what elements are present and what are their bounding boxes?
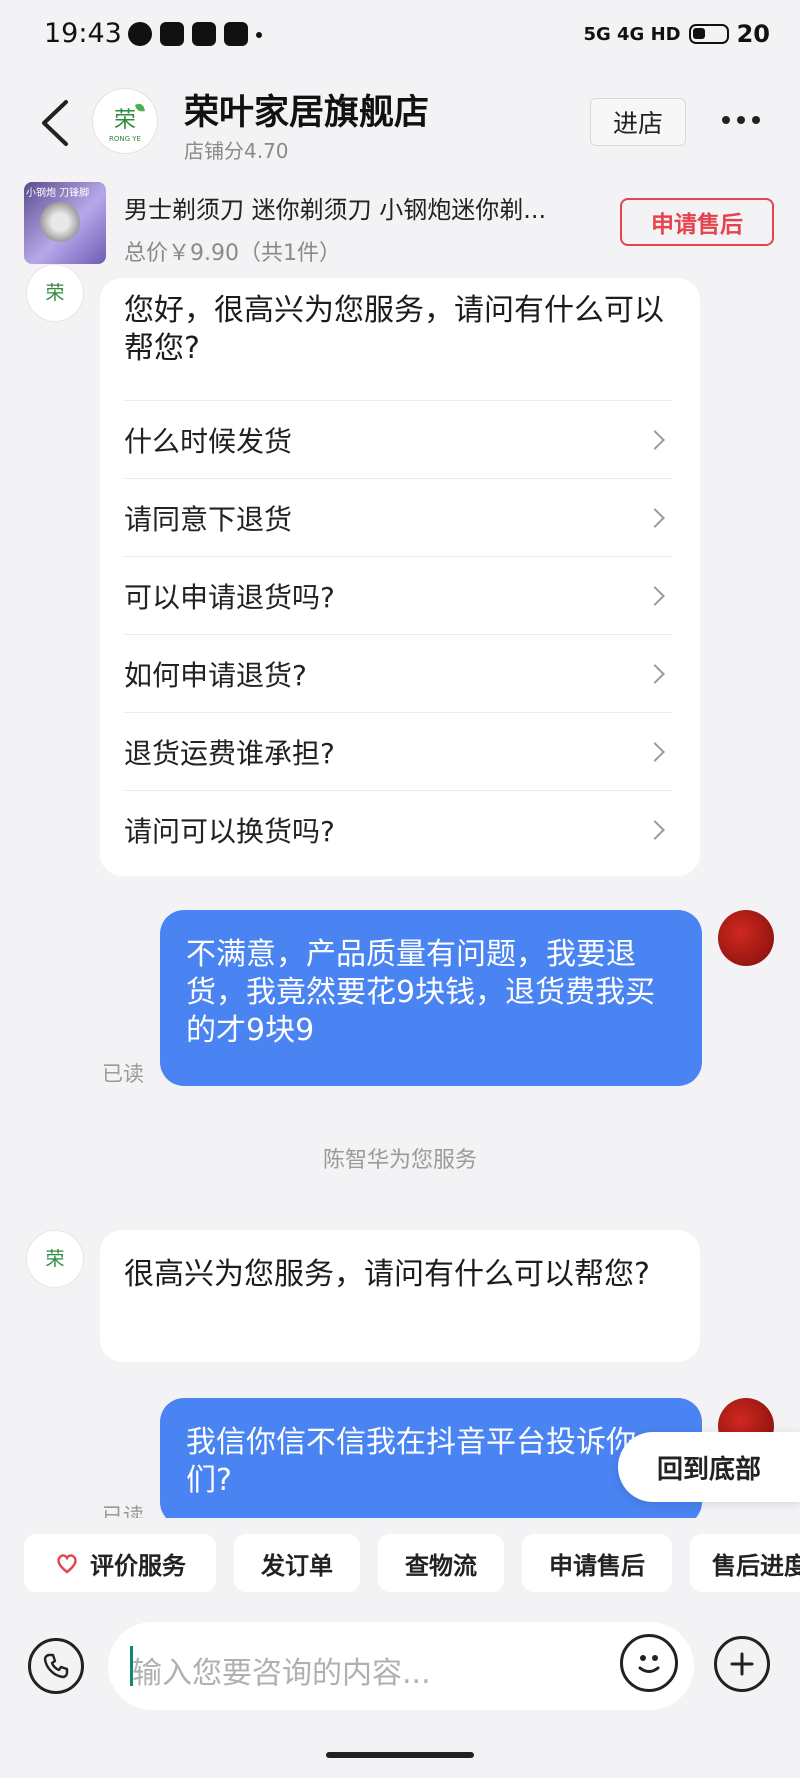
faq-label: 如何申请退货? bbox=[124, 659, 307, 692]
chevron-right-icon bbox=[645, 586, 665, 606]
shop-avatar[interactable]: 荣 bbox=[26, 1230, 84, 1288]
shop-logo-icon: 荣 RONG YE bbox=[109, 103, 145, 143]
user-message: 不满意，产品质量有问题，我要退货，我竟然要花9块钱，退货费我买的才9块9 bbox=[160, 910, 702, 1086]
faq-item[interactable]: 什么时候发货 bbox=[124, 400, 672, 479]
status-right: 5G 4G HD 20 bbox=[583, 20, 770, 48]
faq-label: 请问可以换货吗? bbox=[124, 815, 335, 848]
faq-label: 什么时候发货 bbox=[124, 425, 293, 458]
chevron-right-icon bbox=[645, 430, 665, 450]
track-logistics-button[interactable]: 查物流 bbox=[378, 1534, 504, 1592]
rate-service-label: 评价服务 bbox=[90, 1551, 186, 1580]
greeting-card: 您好，很高兴为您服务，请问有什么可以帮您? 什么时候发货 请同意下退货 可以申请… bbox=[100, 278, 700, 876]
shop-avatar[interactable]: 荣 bbox=[26, 264, 84, 322]
notification-icon bbox=[128, 22, 152, 46]
app-icon bbox=[224, 22, 248, 46]
apply-aftersale-quick-button[interactable]: 申请售后 bbox=[522, 1534, 672, 1592]
battery-level: 20 bbox=[736, 20, 770, 48]
faq-item[interactable]: 请问可以换货吗? bbox=[124, 790, 672, 869]
heart-flower-icon bbox=[57, 1554, 77, 1574]
user-avatar[interactable] bbox=[718, 910, 774, 966]
svg-text:RONG YE: RONG YE bbox=[109, 135, 141, 143]
rate-service-button[interactable]: 评价服务 bbox=[24, 1534, 216, 1592]
svg-text:荣: 荣 bbox=[45, 282, 64, 304]
more-icon[interactable] bbox=[722, 116, 760, 124]
chevron-right-icon bbox=[645, 664, 665, 684]
shop-name[interactable]: 荣叶家居旗舰店 bbox=[184, 84, 429, 135]
network-label: 5G 4G HD bbox=[583, 23, 681, 45]
faq-label: 请同意下退货 bbox=[124, 503, 293, 536]
faq-item[interactable]: 请同意下退货 bbox=[124, 478, 672, 557]
app-icon bbox=[192, 22, 216, 46]
chevron-right-icon bbox=[645, 742, 665, 762]
svg-text:荣: 荣 bbox=[114, 108, 136, 133]
home-indicator[interactable] bbox=[326, 1752, 474, 1758]
product-title[interactable]: 男士剃须刀 迷你剃须刀 小钢炮迷你剃... bbox=[124, 190, 594, 225]
shop-message: 很高兴为您服务，请问有什么可以帮您? bbox=[100, 1230, 700, 1362]
svg-text:荣: 荣 bbox=[45, 1248, 64, 1270]
scroll-to-bottom-button[interactable]: 回到底部 bbox=[618, 1432, 800, 1502]
emoji-icon[interactable] bbox=[620, 1634, 678, 1692]
greeting-text: 您好，很高兴为您服务，请问有什么可以帮您? bbox=[124, 293, 664, 366]
status-time: 19:43 bbox=[44, 18, 122, 49]
read-receipt: 已读 bbox=[102, 1504, 144, 1518]
shaver-image bbox=[40, 202, 80, 242]
send-order-button[interactable]: 发订单 bbox=[234, 1534, 360, 1592]
phone-icon[interactable] bbox=[28, 1638, 84, 1694]
read-receipt: 已读 bbox=[102, 1062, 144, 1086]
back-icon[interactable] bbox=[38, 98, 72, 148]
notification-icons bbox=[128, 22, 262, 46]
faq-item[interactable]: 可以申请退货吗? bbox=[124, 556, 672, 635]
faq-item[interactable]: 退货运费谁承担? bbox=[124, 712, 672, 791]
status-bar: 19:43 5G 4G HD 20 bbox=[0, 0, 800, 74]
product-thumbnail-text: 小钢炮 刀锋脚 bbox=[26, 188, 90, 199]
agent-notice: 陈智华为您服务 bbox=[322, 1148, 477, 1173]
product-thumbnail[interactable]: 小钢炮 刀锋脚 bbox=[24, 182, 106, 264]
apply-aftersale-button[interactable]: 申请售后 bbox=[620, 198, 774, 246]
input-placeholder: 输入您要咨询的内容... bbox=[132, 1656, 431, 1691]
order-price: 总价￥9.90（共1件） bbox=[124, 241, 341, 266]
chevron-right-icon bbox=[645, 508, 665, 528]
more-dot-icon bbox=[256, 32, 262, 38]
faq-label: 退货运费谁承担? bbox=[124, 737, 335, 770]
shop-logo[interactable]: 荣 RONG YE bbox=[92, 88, 158, 154]
enter-shop-button[interactable]: 进店 bbox=[590, 98, 686, 146]
message-input[interactable]: 输入您要咨询的内容... bbox=[108, 1622, 694, 1710]
faq-label: 可以申请退货吗? bbox=[124, 581, 335, 614]
shop-score: 店铺分4.70 bbox=[184, 139, 289, 163]
faq-item[interactable]: 如何申请退货? bbox=[124, 634, 672, 713]
message-icon bbox=[160, 22, 184, 46]
battery-icon bbox=[688, 24, 729, 44]
plus-icon[interactable] bbox=[714, 1636, 770, 1692]
chevron-right-icon bbox=[645, 820, 665, 840]
aftersale-progress-button[interactable]: 售后进度 bbox=[690, 1534, 800, 1592]
